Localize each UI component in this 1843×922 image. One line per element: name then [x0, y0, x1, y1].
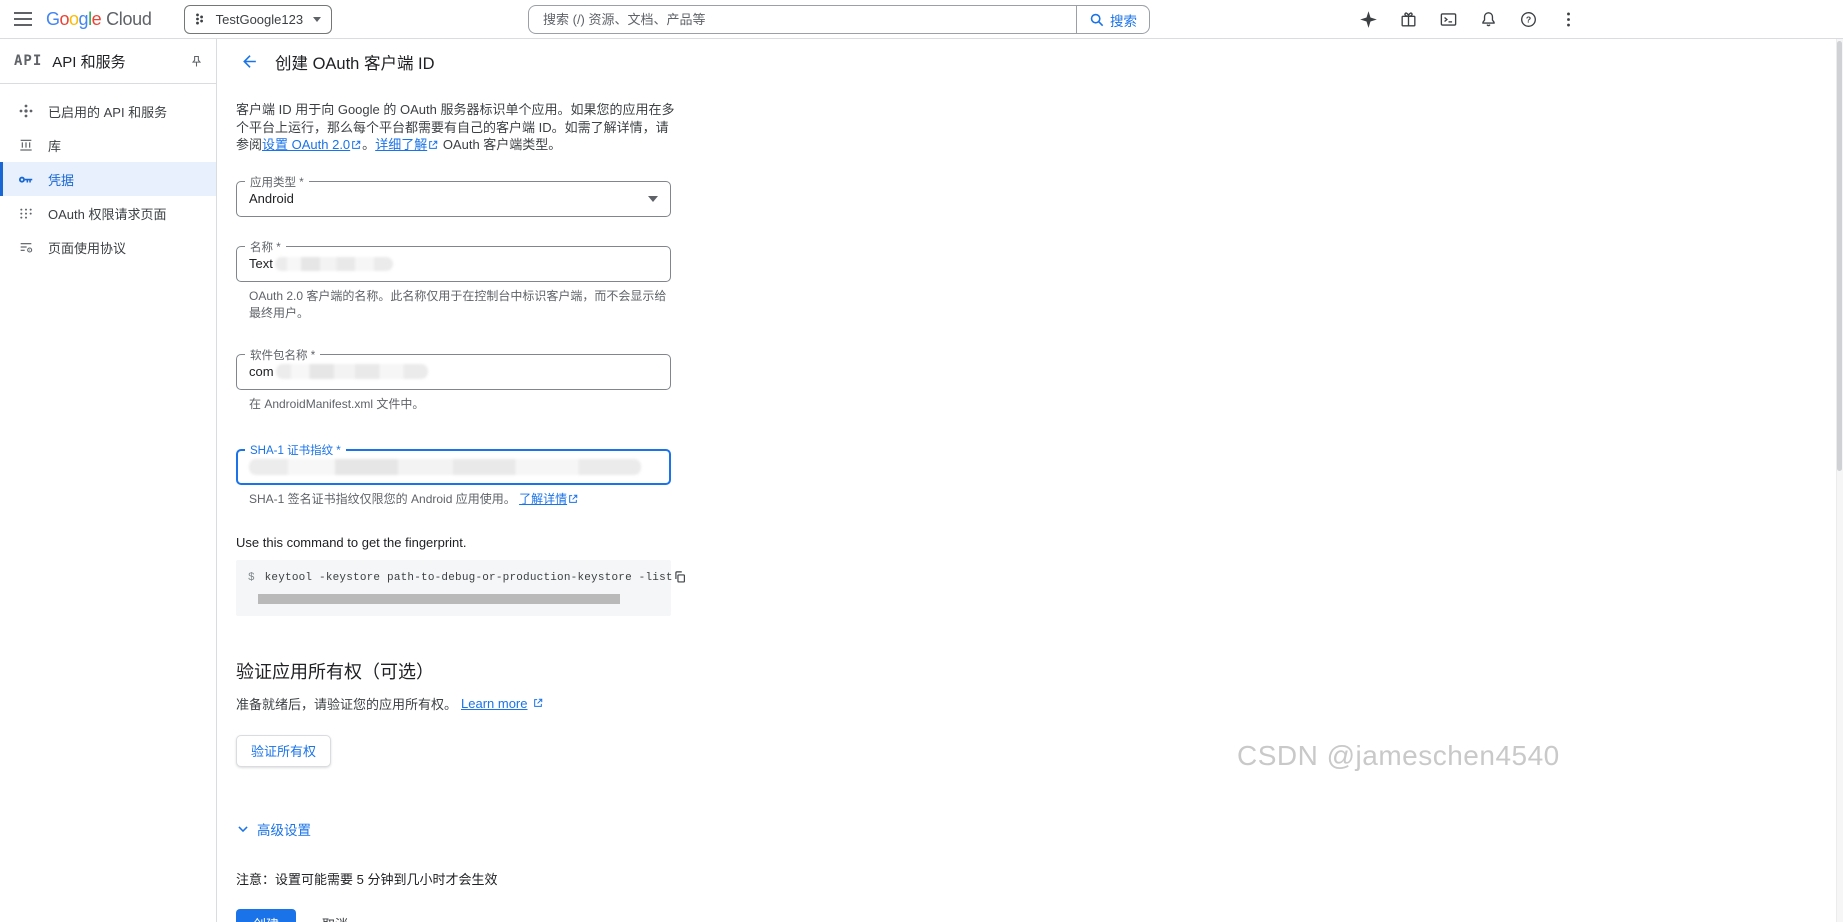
application-type-value: Android [249, 191, 294, 206]
ownership-heading: 验证应用所有权（可选） [236, 661, 434, 682]
learn-more-types-link[interactable]: 详细了解 [375, 137, 427, 152]
sha1-helper-text: SHA-1 签名证书指纹仅限您的 Android 应用使用。 了解详情 [249, 490, 671, 507]
enabled-apis-icon [17, 103, 34, 120]
copy-icon[interactable] [673, 570, 687, 584]
sidebar-item-label: OAuth 权限请求页面 [48, 206, 167, 222]
keytool-code-block: $ keytool -keystore path-to-debug-or-pro… [236, 559, 685, 616]
csdn-watermark: CSDN @jameschen4540 [1237, 740, 1560, 771]
page-title: 创建 OAuth 客户端 ID [275, 54, 435, 73]
search-button-label: 搜索 [1110, 13, 1137, 29]
sidebar-item-library[interactable]: 库 [0, 128, 216, 162]
chevron-down-icon [313, 16, 322, 22]
google-cloud-logo: Google Cloud [46, 9, 152, 30]
search-area: 搜索 [528, 5, 1150, 34]
fingerprint-instruction: Use this command to get the fingerprint. [236, 534, 467, 550]
intro-part3: OAuth 客户端类型。 [439, 137, 562, 152]
search-button[interactable]: 搜索 [1076, 5, 1150, 34]
intro-text: 客户端 ID 用于向 Google 的 OAuth 服务器标识单个应用。如果您的… [236, 101, 678, 154]
application-type-label: 应用类型 * [245, 173, 309, 190]
sidebar-item-label: 页面使用协议 [48, 240, 127, 256]
external-link-icon [533, 698, 543, 708]
google-cloud-console: Google Cloud TestGoogle123 搜索 (/) 资源、文档、… [0, 0, 1843, 922]
scrollbar[interactable] [1836, 39, 1843, 922]
ownership-text: 准备就绪后，请验证您的应用所有权。 Learn more [236, 694, 796, 713]
sidebar-item-label: 已启用的 API 和服务 [48, 104, 168, 120]
sha1-helper-part: SHA-1 签名证书指纹仅限您的 Android 应用使用。 [249, 491, 516, 506]
application-type-field: 应用类型 * Android [236, 173, 671, 217]
search-input[interactable] [528, 5, 1076, 34]
redacted-sha1-value [249, 458, 641, 475]
chevron-down-icon [236, 822, 250, 836]
dropdown-caret-icon [648, 195, 658, 202]
scrollbar-thumb[interactable] [1837, 41, 1842, 471]
project-name: TestGoogle123 [215, 11, 304, 27]
pin-icon[interactable] [189, 54, 204, 69]
sidebar-title: API 和服务 [52, 53, 126, 71]
sidebar-item-usage-agreements[interactable]: 页面使用协议 [0, 230, 216, 264]
hamburger-menu-icon[interactable] [0, 0, 46, 38]
project-icon [194, 12, 208, 26]
name-value: Text [249, 256, 273, 271]
topbar-icons: ? [1358, 0, 1578, 38]
form-actions: 创建 取消 [236, 908, 796, 922]
gift-icon[interactable] [1398, 9, 1418, 29]
sidebar-header: API API 和服务 [0, 39, 216, 84]
main-content: 客户端 ID 用于向 Google 的 OAuth 服务器标识单个应用。如果您的… [236, 84, 796, 922]
svg-text:?: ? [1525, 14, 1530, 24]
redacted-package-value [275, 364, 428, 379]
more-vertical-icon[interactable] [1558, 9, 1578, 29]
external-link-icon [568, 494, 578, 504]
name-field: 名称 * Text OAuth 2.0 客户端的名称。此名称仅用于在控制台中标识… [236, 238, 671, 321]
api-services-logo: API [14, 53, 43, 69]
sha1-learn-more-link[interactable]: 了解详情 [519, 492, 567, 506]
usage-agreements-icon [17, 239, 34, 256]
name-label: 名称 * [245, 238, 286, 255]
project-selector[interactable]: TestGoogle123 [183, 4, 333, 34]
sidebar-item-label: 凭据 [48, 172, 75, 188]
notifications-bell-icon[interactable] [1478, 9, 1498, 29]
google-logo-text: Google [46, 8, 102, 29]
cancel-button[interactable]: 取消 [318, 912, 352, 922]
cloud-logo-text: Cloud [106, 8, 152, 29]
search-icon [1089, 12, 1105, 28]
sidebar: API API 和服务 已启用的 API 和服务 库 凭据 OAuth 权限请求… [0, 39, 217, 922]
sidebar-items: 已启用的 API 和服务 库 凭据 OAuth 权限请求页面 页面使用协议 [0, 84, 216, 264]
oauth-consent-icon [17, 205, 34, 222]
advanced-settings-label: 高级设置 [257, 822, 311, 838]
advanced-settings-toggle[interactable]: 高级设置 [236, 819, 311, 839]
intro-part2: 。 [362, 137, 376, 152]
propagation-note: 注意：设置可能需要 5 分钟到几小时才会生效 [236, 871, 498, 887]
external-link-icon [351, 140, 361, 150]
package-helper-text: 在 AndroidManifest.xml 文件中。 [249, 396, 425, 411]
external-link-icon [428, 140, 438, 150]
name-input[interactable]: Text [236, 245, 671, 282]
key-icon [17, 171, 34, 188]
redacted-output-bar [258, 593, 620, 604]
package-name-value: com [249, 364, 274, 379]
redacted-name-value [274, 256, 393, 271]
verify-ownership-button[interactable]: 验证所有权 [236, 734, 332, 767]
sha1-label: SHA-1 证书指纹 * [245, 441, 346, 458]
sidebar-item-label: 库 [48, 138, 62, 154]
create-button[interactable]: 创建 [236, 908, 297, 922]
sha1-fingerprint-field: SHA-1 证书指纹 * SHA-1 签名证书指纹仅限您的 Android 应用… [236, 441, 671, 507]
package-name-field: 软件包名称 * com 在 AndroidManifest.xml 文件中。 [236, 346, 671, 412]
sidebar-item-credentials[interactable]: 凭据 [0, 162, 216, 196]
help-icon[interactable]: ? [1518, 9, 1538, 29]
setup-oauth-link[interactable]: 设置 OAuth 2.0 [262, 137, 350, 152]
back-arrow-icon[interactable] [229, 42, 269, 82]
gemini-sparkle-icon[interactable] [1358, 9, 1378, 29]
sidebar-item-enabled-apis[interactable]: 已启用的 API 和服务 [0, 94, 216, 128]
package-name-label: 软件包名称 * [245, 346, 321, 363]
name-helper-text: OAuth 2.0 客户端的名称。此名称仅用于在控制台中标识客户端，而不会显示给… [249, 288, 667, 320]
top-bar: Google Cloud TestGoogle123 搜索 (/) 资源、文档、… [0, 0, 1843, 39]
keytool-command: keytool -keystore path-to-debug-or-produ… [264, 571, 673, 584]
shell-prompt: $ [248, 571, 255, 584]
library-icon [17, 137, 34, 154]
page-header: 创建 OAuth 客户端 ID [217, 39, 1843, 84]
cloud-shell-icon[interactable] [1438, 9, 1458, 29]
ownership-learn-more-link[interactable]: Learn more [461, 696, 527, 711]
ownership-text-part: 准备就绪后，请验证您的应用所有权。 [236, 696, 458, 712]
sidebar-item-oauth-consent[interactable]: OAuth 权限请求页面 [0, 196, 216, 230]
